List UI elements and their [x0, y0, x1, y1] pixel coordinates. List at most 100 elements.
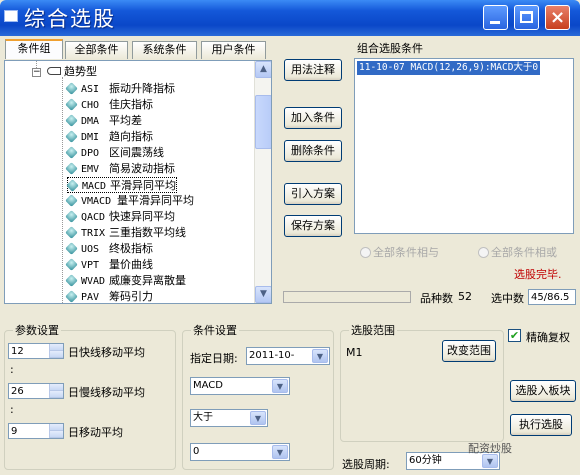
tree-node-trend[interactable]: 趋势型 [47, 64, 97, 80]
title-bar: 综合选股 × [0, 0, 580, 36]
indicator-name: 三重指数平均线 [109, 226, 186, 239]
delete-condition-button[interactable]: 删除条件 [284, 140, 342, 162]
indicator-code: DMA [81, 116, 100, 127]
dropdown-arrow-icon[interactable]: ▼ [482, 454, 498, 468]
param-stepper[interactable]: 9 [8, 423, 64, 439]
tree-item-dpo[interactable]: DPO 区间震荡线 [65, 145, 164, 161]
scroll-down-icon[interactable]: ▼ [255, 286, 271, 303]
scroll-thumb[interactable] [255, 95, 271, 149]
indicator-icon [65, 114, 78, 127]
radio-all-and[interactable]: 全部条件相与 [360, 244, 439, 260]
tab-condition-group[interactable]: 条件组 [5, 39, 63, 59]
param-label: 日慢线移动平均 [68, 386, 145, 399]
tree-scrollbar[interactable]: ▲ ▼ [254, 61, 271, 303]
key-icon [47, 67, 61, 75]
spin-buttons-icon[interactable] [49, 424, 63, 438]
change-range-button[interactable]: 改变范围 [442, 340, 496, 362]
range-value: M1 [346, 346, 363, 359]
indicator-icon [65, 162, 78, 175]
tree-root-label: 趋势型 [64, 65, 97, 78]
tab-system-conditions[interactable]: 系统条件 [132, 41, 197, 59]
indicator-name: 威廉变异离散量 [109, 274, 186, 287]
param-label: 日移动平均 [68, 426, 123, 439]
exact-rights-checkbox[interactable]: ✔ [508, 329, 521, 342]
param-stepper[interactable]: 12 [8, 343, 64, 359]
tree-item-vmacd[interactable]: VMACD 量平滑异同平均 [65, 193, 194, 209]
tree-item-macd[interactable]: MACD 平滑异同平均 [66, 177, 177, 193]
operator-value: 大于 [193, 412, 213, 423]
indicator-name: 终极指标 [109, 242, 153, 255]
dropdown-arrow-icon[interactable]: ▼ [250, 411, 266, 425]
indicator-code: TRIX [81, 228, 106, 239]
radio-dot-icon [478, 247, 489, 258]
spin-buttons-icon[interactable] [49, 384, 63, 398]
close-icon: × [549, 7, 566, 28]
indicator-code: QACD [81, 212, 106, 223]
indicator-code: VMACD [81, 196, 112, 207]
param-stepper[interactable]: 26 [8, 383, 64, 399]
scroll-up-icon[interactable]: ▲ [255, 61, 271, 78]
tree-item-uos[interactable]: UOS 终极指标 [65, 241, 153, 257]
param-separator: : [10, 363, 14, 376]
operator-select[interactable]: 大于 ▼ [190, 409, 268, 427]
dropdown-arrow-icon[interactable]: ▼ [312, 349, 328, 363]
tree-item-asi[interactable]: ASI 振动升降指标 [65, 81, 175, 97]
maximize-button[interactable] [514, 5, 539, 30]
radio-all-and-label: 全部条件相与 [373, 246, 439, 259]
list-item[interactable]: 11-10-07 MACD(12,26,9):MACD大于0 [357, 61, 541, 75]
indicator-name: 量价曲线 [109, 258, 153, 271]
minimize-button[interactable] [483, 5, 508, 30]
indicator-name: 佳庆指标 [109, 98, 153, 111]
tab-user-conditions[interactable]: 用户条件 [201, 41, 266, 59]
execute-button[interactable]: 执行选股 [510, 414, 572, 436]
tab-all-conditions[interactable]: 全部条件 [65, 41, 128, 59]
app-icon [4, 10, 18, 22]
import-scheme-button[interactable]: 引入方案 [284, 183, 342, 205]
condition-tree[interactable]: − 趋势型 ▲ ▼ ASI 振动升降指标 CHO 佳庆指标 DMA 平均差 DMI 趋向指标 D… [4, 60, 272, 304]
indicator-name: 振动升降指标 [109, 82, 175, 95]
indicator-icon [65, 258, 78, 271]
add-condition-button[interactable]: 加入条件 [284, 107, 342, 129]
tree-item-vpt[interactable]: VPT 量价曲线 [65, 257, 153, 273]
tree-item-pav[interactable]: PAV 筹码引力 [65, 289, 153, 303]
indicator-code: EMV [81, 164, 100, 175]
tree-item-dmi[interactable]: DMI 趋向指标 [65, 129, 153, 145]
usage-notes-button[interactable]: 用法注释 [284, 59, 342, 81]
close-button[interactable]: × [545, 5, 570, 30]
date-label: 指定日期: [190, 352, 238, 365]
indicator-icon [66, 179, 79, 192]
tree-item-dma[interactable]: DMA 平均差 [65, 113, 142, 129]
status-message: 选股完毕. [514, 268, 562, 281]
tree-item-qacd[interactable]: QACD 快速异同平均 [65, 209, 175, 225]
tree-item-trix[interactable]: TRIX 三重指数平均线 [65, 225, 186, 241]
param-separator: : [10, 403, 14, 416]
radio-all-or[interactable]: 全部条件相或 [478, 244, 557, 260]
param-value: 26 [11, 386, 24, 397]
param-value: 12 [11, 346, 24, 357]
tree-item-wvad[interactable]: WVAD 威廉变异离散量 [65, 273, 186, 289]
condition-settings-legend: 条件设置 [191, 322, 239, 338]
dropdown-arrow-icon[interactable]: ▼ [272, 445, 288, 459]
indicator-code: WVAD [81, 276, 106, 287]
threshold-select[interactable]: 0 ▼ [190, 443, 290, 461]
dropdown-arrow-icon[interactable]: ▼ [272, 379, 288, 393]
indicator-code: VPT [81, 260, 100, 271]
save-scheme-button[interactable]: 保存方案 [284, 215, 342, 237]
indicator-select[interactable]: MACD ▼ [190, 377, 290, 395]
collapse-icon[interactable]: − [32, 68, 41, 77]
radio-all-or-label: 全部条件相或 [491, 246, 557, 259]
date-value: 2011-10- [249, 350, 295, 361]
add-to-block-button[interactable]: 选股入板块 [510, 380, 576, 402]
indicator-code: DMI [81, 132, 100, 143]
window-title: 综合选股 [24, 7, 116, 31]
indicator-name: 趋向指标 [109, 130, 153, 143]
indicator-icon [65, 290, 78, 303]
spin-buttons-icon[interactable] [49, 344, 63, 358]
date-picker[interactable]: 2011-10- ▼ [246, 347, 330, 365]
combo-conditions-list[interactable]: 11-10-07 MACD(12,26,9):MACD大于0 [354, 58, 574, 234]
tree-item-cho[interactable]: CHO 佳庆指标 [65, 97, 153, 113]
variety-label: 品种数 [420, 292, 453, 305]
indicator-icon [65, 274, 78, 287]
indicator-code: DPO [81, 148, 100, 159]
tree-item-emv[interactable]: EMV 简易波动指标 [65, 161, 175, 177]
